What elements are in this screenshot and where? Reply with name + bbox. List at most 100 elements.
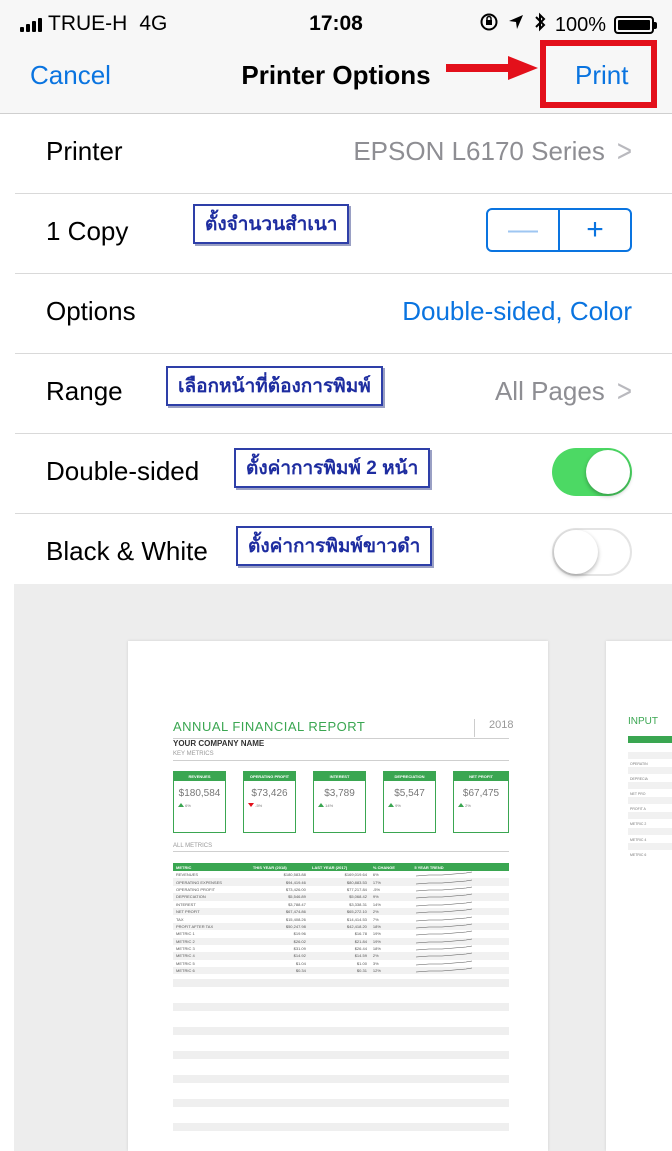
empty-table-row xyxy=(173,1075,509,1083)
table-cell: $14,414.53 xyxy=(346,916,367,922)
up-arrow-icon xyxy=(388,803,394,807)
divider xyxy=(173,760,509,761)
list-item: INTEREST xyxy=(628,774,672,788)
table-row: METRIC 1 $19.96 $16.78 19% xyxy=(173,930,509,937)
card-value: $73,426 xyxy=(251,788,288,799)
table-cell: $0.34 xyxy=(249,967,309,975)
preview-page-2[interactable]: INPUT REVENUEOPERATINOPERATINDEPRECIAINT… xyxy=(606,641,672,1151)
metric-card: INTEREST $3,789 14% xyxy=(313,771,366,833)
annotation-copies: ตั้งจำนวนสำเนา xyxy=(193,204,350,244)
table-cell: METRIC 3 xyxy=(176,946,195,952)
table-cell: $14.59 xyxy=(308,952,370,960)
table-header: 5 YEAR TREND xyxy=(411,863,509,871)
printer-value: EPSON L6170 Series > xyxy=(353,133,632,169)
preview-page-1[interactable]: ANNUAL FINANCIAL REPORT 2018 YOUR COMPAN… xyxy=(128,641,548,1151)
printer-label: Printer xyxy=(46,136,123,166)
table-cell: $42,418.20 xyxy=(308,922,370,931)
table-cell: REVENUES xyxy=(176,872,199,878)
table-cell: METRIC 6 xyxy=(173,967,250,975)
table-cell: OPERATING PROFIT xyxy=(176,886,216,892)
table-cell: 6% xyxy=(372,872,379,878)
list-item: METRIC 6 xyxy=(628,842,672,857)
up-arrow-icon xyxy=(178,803,184,807)
metric-card: REVENUES $180,584 6% xyxy=(173,771,226,833)
list-item-label: METRIC 6 xyxy=(630,852,647,857)
table-cell: METRIC 4 xyxy=(173,952,250,960)
table-cell: $80,883.53 xyxy=(308,878,370,886)
battery-icon xyxy=(614,16,657,34)
table-row: PROFIT AFTER TAX $50,247.98 $42,418.20 18% xyxy=(173,922,509,931)
table-cell: $0.31 xyxy=(308,967,370,975)
list-item: NET PRO xyxy=(628,782,672,796)
table-cell: METRIC 1 xyxy=(176,931,195,937)
card-change: 9% xyxy=(388,803,435,808)
empty-table-row xyxy=(173,1123,509,1131)
table-header: METRIC xyxy=(173,863,250,871)
empty-table-row xyxy=(173,1099,509,1107)
preview-edge xyxy=(0,584,14,1151)
double-sided-toggle[interactable] xyxy=(552,448,632,496)
annotation-black-white: ตั้งค่าการพิมพ์ขาวดำ xyxy=(236,526,433,566)
trend-sparkline-icon xyxy=(411,945,509,952)
table-row: NET PROFIT $67,474.86 $65,272.10 2% xyxy=(173,907,509,916)
table-cell: $26.44 xyxy=(354,946,367,952)
table-row: METRIC 3 $31.09 $26.44 18% xyxy=(173,945,509,952)
card-value: $67,475 xyxy=(462,788,500,799)
table-row: OPERATING PROFIT $73,426.00 $77,217.84 -5% xyxy=(173,886,509,893)
table-cell: 12% xyxy=(369,967,412,975)
printer-row[interactable]: Printer EPSON L6170 Series > xyxy=(0,114,672,194)
report-year: 2018 xyxy=(474,719,513,737)
table-cell: $5,546.89 xyxy=(249,893,309,901)
list-item: METRIC 3 xyxy=(628,820,672,834)
trend-sparkline-icon xyxy=(411,922,509,931)
table-row: DEPRECIATION $5,546.89 $5,068.42 9% xyxy=(173,893,509,901)
page2-table-header xyxy=(628,736,672,743)
card-head: DEPRECIATION xyxy=(384,772,435,781)
table-cell: 2% xyxy=(369,907,412,916)
copies-stepper[interactable]: — + xyxy=(486,208,632,252)
bluetooth-icon xyxy=(533,12,547,38)
table-row: METRIC 5 $1.04 $1.00 3% xyxy=(173,960,509,967)
table-row: METRIC 6 $0.34 $0.31 12% xyxy=(173,967,509,975)
card-head: OPERATING PROFIT xyxy=(244,772,295,781)
black-white-toggle[interactable] xyxy=(552,528,632,576)
table-row: OPERATING EXPENSES $94,419.46 $80,883.53 17… xyxy=(173,878,509,886)
metrics-table-body: REVENUES $180,583.88 $169,019.64 6% OPERATIN… xyxy=(173,871,509,975)
list-item: TAX xyxy=(628,790,672,804)
metric-card: NET PROFIT $67,475 2% xyxy=(453,771,509,833)
table-cell: PROFIT AFTER TAX xyxy=(173,922,250,931)
table-cell: METRIC 2 xyxy=(173,937,250,945)
table-cell: $3,788.47 xyxy=(288,901,306,907)
trend-sparkline-icon xyxy=(411,960,509,967)
page2-title: INPUT xyxy=(628,716,658,727)
decrement-button[interactable]: — xyxy=(488,210,560,250)
range-label: Range xyxy=(46,376,123,406)
trend-sparkline-icon xyxy=(411,871,509,878)
trend-sparkline-icon xyxy=(411,901,509,908)
list-item: METRIC 1 xyxy=(628,805,672,819)
up-arrow-icon xyxy=(458,803,464,807)
print-preview: ANNUAL FINANCIAL REPORT 2018 YOUR COMPAN… xyxy=(0,584,672,1151)
card-value: $180,584 xyxy=(178,788,221,799)
report-company: YOUR COMPANY NAME xyxy=(173,739,265,748)
card-change-value: 6% xyxy=(185,803,191,808)
table-row: METRIC 2 $26.02 $21.84 19% xyxy=(173,937,509,945)
card-head: NET PROFIT xyxy=(454,772,508,781)
print-highlight-box xyxy=(540,40,657,108)
report-all-metrics: ALL METRICS xyxy=(173,843,213,849)
table-cell: $169,019.64 xyxy=(344,872,367,878)
list-item: PROFIT A xyxy=(628,797,672,811)
increment-button[interactable]: + xyxy=(560,210,630,250)
up-arrow-icon xyxy=(318,803,324,807)
table-cell: METRIC 5 xyxy=(176,960,195,966)
card-value: $5,547 xyxy=(394,788,425,799)
range-value: All Pages > xyxy=(495,373,632,409)
table-cell: $14.92 xyxy=(249,952,309,960)
report-title: ANNUAL FINANCIAL REPORT xyxy=(173,719,366,734)
options-row[interactable]: Options Double-sided, Color xyxy=(0,274,672,354)
card-change-value: -5% xyxy=(255,803,263,808)
table-cell: 14% xyxy=(372,901,381,907)
status-right: 100% xyxy=(479,12,657,38)
metric-card: OPERATING PROFIT $73,426 -5% xyxy=(243,771,296,833)
table-row: TAX $15,408.26 $14,414.53 7% xyxy=(173,915,509,922)
